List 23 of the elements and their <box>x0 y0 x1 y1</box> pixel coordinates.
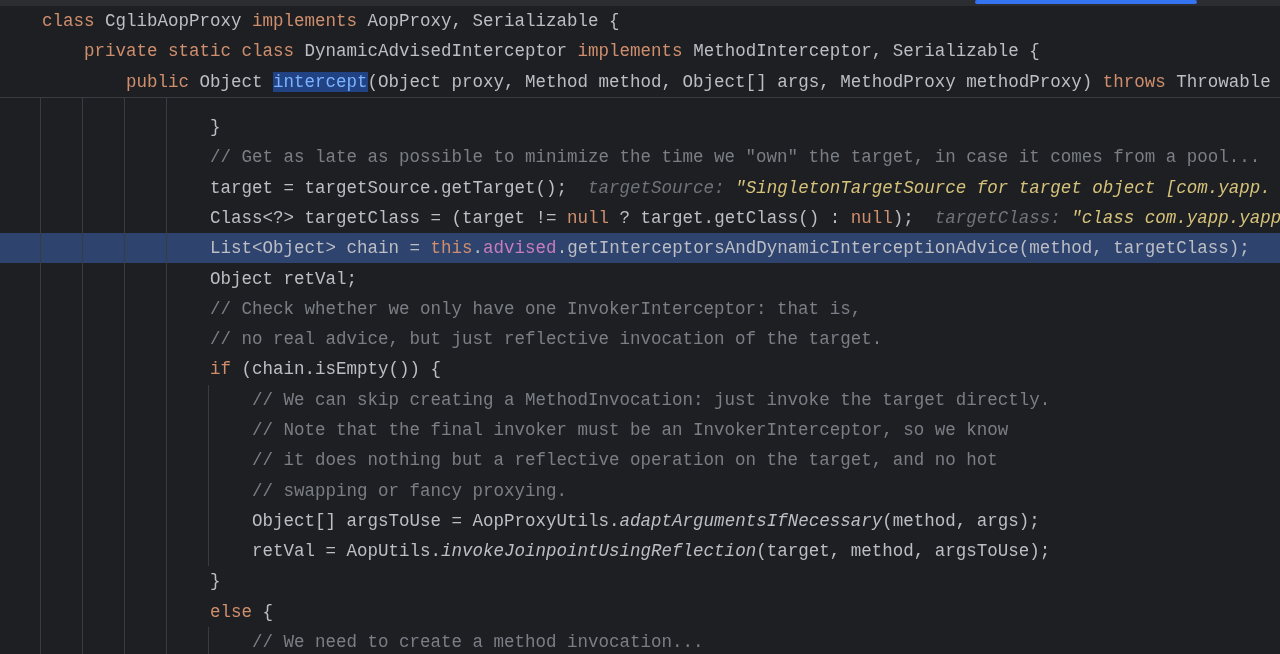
code-line[interactable]: // Get as late as possible to minimize the time we "own" the target, in case it comes from a pool... <box>42 142 1261 173</box>
code-line[interactable]: // Note that the final invoker must be an InvokerInterceptor, so we know <box>42 415 1009 445</box>
code-line[interactable]: target = targetSource.getTarget(); <box>42 172 568 203</box>
code-line[interactable]: // We need to create a method invocation... <box>42 627 704 654</box>
code-line[interactable]: else { <box>42 596 274 627</box>
code-line[interactable]: retVal = AopUtils.invokeJoinpointUsingReflection(target, method, argsToUse); <box>42 536 1051 567</box>
code-line[interactable]: } <box>42 112 221 143</box>
code-line[interactable]: // swapping or fancy proxying. <box>42 475 568 506</box>
inlay-hint: targetClass: "class com.yapp.yapp <box>934 206 1280 230</box>
code-line[interactable]: // We can skip creating a MethodInvocation: just invoke the target directly. <box>42 384 1051 415</box>
code-line[interactable]: Object retVal; <box>42 263 358 294</box>
code-line[interactable]: if (chain.isEmpty()) { <box>42 354 442 385</box>
scrollbar-thumb[interactable] <box>975 0 1197 4</box>
code-line[interactable]: Class<?> targetClass = (target != null ? target.getClass() : null); <box>42 202 914 233</box>
code-line[interactable]: private static class DynamicAdvisedInterceptor implements MethodInterceptor, Serializable { <box>42 36 1040 67</box>
code-line[interactable]: class CglibAopProxy implements AopProxy, Serializable { <box>42 6 620 37</box>
inlay-hint: targetSource: "SingletonTargetSource for target object [com.yapp. <box>588 176 1271 200</box>
code-line[interactable]: // no real advice, but just reflective invocation of the target. <box>42 324 883 355</box>
code-line[interactable]: // it does nothing but a reflective operation on the target, and no hot <box>42 445 998 476</box>
code-line[interactable]: } <box>42 566 221 597</box>
code-line[interactable]: Object[] argsToUse = AopProxyUtils.adaptArgumentsIfNecessary(method, args); <box>42 505 1040 536</box>
code-line[interactable]: // Check whether we only have one InvokerInterceptor: that is, <box>42 293 862 324</box>
code-line[interactable]: public Object intercept(Object proxy, Method method, Object[] args, MethodProxy methodProxy) throws Throwable <box>42 66 1271 97</box>
